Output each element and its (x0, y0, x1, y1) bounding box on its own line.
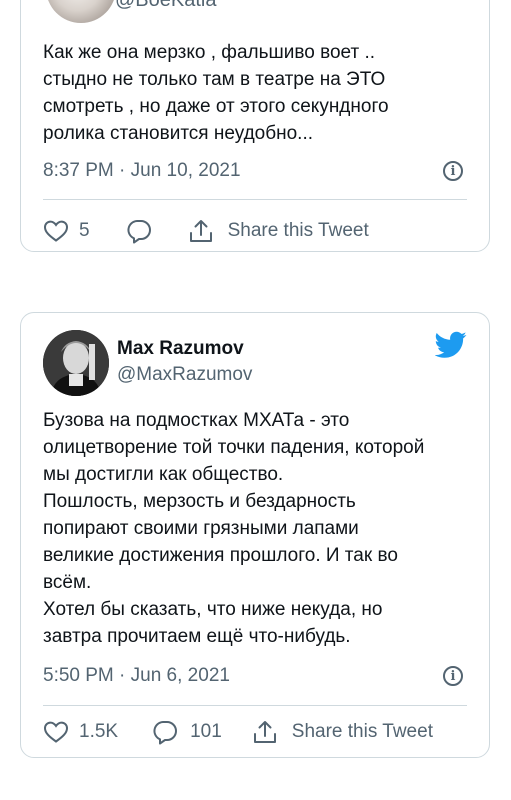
tweet-text: Бузова на подмостках МХАТа - это олицетв… (43, 407, 461, 650)
reply-button[interactable]: 101 (152, 719, 222, 745)
tweet-text-line: стыдно не только там в театре на ЭТО (43, 69, 386, 90)
tweet-card[interactable]: @BoeKatia Как же она мерзко , фальшиво в… (20, 0, 490, 252)
twitter-bird-icon[interactable] (434, 331, 467, 364)
speech-bubble-icon (126, 218, 152, 244)
share-label: Share this Tweet (227, 220, 369, 241)
author-handle[interactable]: @MaxRazumov (117, 364, 252, 386)
tweet-text-line: Как же она мерзко , фальшиво воет .. (43, 42, 375, 63)
avatar[interactable] (43, 330, 109, 396)
tweet-meta: 5:50 PM · Jun 6, 2021 i (43, 661, 463, 691)
tweet-text-line: Хотел бы сказать, что ниже некуда, но (43, 599, 383, 620)
share-upload-icon (188, 218, 214, 244)
tweet-timestamp[interactable]: 5:50 PM · Jun 6, 2021 (43, 665, 230, 687)
divider (43, 199, 467, 200)
info-icon[interactable]: i (443, 666, 463, 686)
tweet-text-line: попирают своими грязными лапами (43, 518, 359, 539)
like-button[interactable]: 1.5K (43, 720, 118, 744)
info-icon[interactable]: i (443, 161, 463, 181)
heart-icon (43, 219, 69, 243)
tweet-card[interactable]: Max Razumov @MaxRazumov Бузова на подмос… (20, 312, 490, 758)
reply-count: 101 (190, 721, 222, 742)
heart-icon (43, 720, 69, 744)
reply-button[interactable] (126, 218, 152, 244)
author-name[interactable]: Max Razumov (117, 338, 244, 360)
tweet-text: Как же она мерзко , фальшиво воет .. сты… (43, 39, 461, 147)
tweet-text-line: ролика становится неудобно... (43, 123, 314, 144)
tweet-timestamp[interactable]: 8:37 PM · Jun 10, 2021 (43, 160, 241, 182)
share-button[interactable]: Share this Tweet (188, 218, 369, 244)
like-count: 1.5K (79, 721, 119, 742)
tweet-text-line: олицетворение той точки падения, которой (43, 437, 425, 458)
tweet-actions: 5 Share this Tweet (43, 211, 467, 251)
author-handle[interactable]: @BoeKatia (115, 0, 216, 12)
tweet-text-line: Пошлость, мерзость и бездарность (43, 491, 356, 512)
like-button[interactable]: 5 (43, 219, 90, 243)
share-button[interactable]: Share this Tweet (252, 719, 433, 745)
like-count: 5 (79, 220, 90, 241)
tweet-text-line: великие достижения прошлого. И так во (43, 545, 398, 566)
tweet-text-line: всём. (43, 572, 92, 593)
tweet-text-line: мы достигли как общество. (43, 464, 284, 485)
share-label: Share this Tweet (291, 721, 433, 742)
avatar[interactable] (46, 0, 116, 23)
speech-bubble-icon (152, 719, 178, 745)
tweet-meta: 8:37 PM · Jun 10, 2021 i (43, 156, 463, 186)
tweet-text-line: смотреть , но даже от этого секундного (43, 96, 389, 117)
share-upload-icon (252, 719, 278, 745)
tweet-actions: 1.5K 101 Share this Tweet (43, 712, 467, 752)
tweet-text-line: Бузова на подмостках МХАТа - это (43, 410, 350, 431)
tweet-text-line: завтра прочитаем ещё что-нибудь. (43, 626, 351, 647)
divider (43, 705, 467, 706)
